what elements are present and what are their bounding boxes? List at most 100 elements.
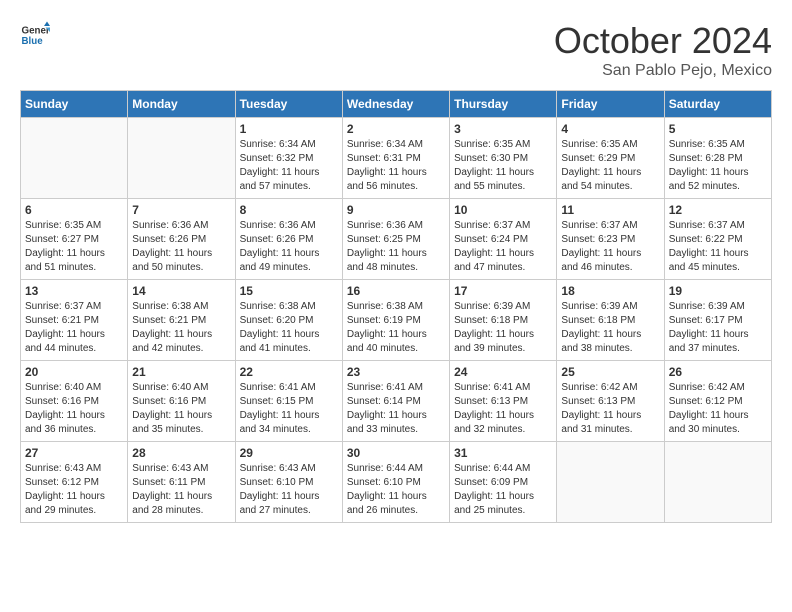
day-info: Sunrise: 6:35 AM Sunset: 6:29 PM Dayligh… bbox=[561, 138, 659, 194]
day-number: 20 bbox=[25, 365, 123, 379]
calendar-cell: 23 Sunrise: 6:41 AM Sunset: 6:14 PM Dayli… bbox=[342, 361, 449, 442]
day-info: Sunrise: 6:40 AM Sunset: 6:16 PM Dayligh… bbox=[132, 381, 230, 437]
day-number: 19 bbox=[669, 284, 767, 298]
calendar-cell: 9 Sunrise: 6:36 AM Sunset: 6:25 PM Daylig… bbox=[342, 199, 449, 280]
day-number: 1 bbox=[240, 122, 338, 136]
day-number: 7 bbox=[132, 203, 230, 217]
week-row-5: 27 Sunrise: 6:43 AM Sunset: 6:12 PM Dayli… bbox=[21, 442, 772, 523]
day-info: Sunrise: 6:40 AM Sunset: 6:16 PM Dayligh… bbox=[25, 381, 123, 437]
weekday-header-thursday: Thursday bbox=[450, 91, 557, 118]
svg-text:Blue: Blue bbox=[22, 36, 44, 47]
weekday-header-wednesday: Wednesday bbox=[342, 91, 449, 118]
day-number: 8 bbox=[240, 203, 338, 217]
calendar-cell: 28Sunrise: 6:43 AM Sunset: 6:11 PM Dayli… bbox=[128, 442, 235, 523]
day-info: Sunrise: 6:37 AM Sunset: 6:23 PM Dayligh… bbox=[561, 219, 659, 275]
day-number: 11 bbox=[561, 203, 659, 217]
calendar-cell: 18 Sunrise: 6:39 AM Sunset: 6:18 PM Dayli… bbox=[557, 280, 664, 361]
day-info: Sunrise: 6:43 AM Sunset: 6:10 PM Dayligh… bbox=[240, 462, 338, 518]
calendar-table: SundayMondayTuesdayWednesdayThursdayFrid… bbox=[20, 90, 772, 523]
day-info: Sunrise: 6:36 AM Sunset: 6:26 PM Dayligh… bbox=[132, 219, 230, 275]
calendar-cell bbox=[128, 118, 235, 199]
day-info: Sunrise: 6:43 AM Sunset: 6:12 PM Dayligh… bbox=[25, 462, 123, 518]
day-info: Sunrise: 6:41 AM Sunset: 6:14 PM Dayligh… bbox=[347, 381, 445, 437]
calendar-cell: 7 Sunrise: 6:36 AM Sunset: 6:26 PM Daylig… bbox=[128, 199, 235, 280]
day-number: 16 bbox=[347, 284, 445, 298]
calendar-cell: 6 Sunrise: 6:35 AM Sunset: 6:27 PM Daylig… bbox=[21, 199, 128, 280]
day-info: Sunrise: 6:36 AM Sunset: 6:25 PM Dayligh… bbox=[347, 219, 445, 275]
day-number: 9 bbox=[347, 203, 445, 217]
weekday-header-sunday: Sunday bbox=[21, 91, 128, 118]
calendar-cell: 11 Sunrise: 6:37 AM Sunset: 6:23 PM Dayli… bbox=[557, 199, 664, 280]
day-info: Sunrise: 6:41 AM Sunset: 6:15 PM Dayligh… bbox=[240, 381, 338, 437]
calendar-cell: 17 Sunrise: 6:39 AM Sunset: 6:18 PM Dayli… bbox=[450, 280, 557, 361]
day-number: 24 bbox=[454, 365, 552, 379]
day-info: Sunrise: 6:43 AM Sunset: 6:11 PM Dayligh… bbox=[132, 462, 230, 518]
week-row-4: 20 Sunrise: 6:40 AM Sunset: 6:16 PM Dayli… bbox=[21, 361, 772, 442]
calendar-cell: 1Sunrise: 6:34 AM Sunset: 6:32 PM Daylig… bbox=[235, 118, 342, 199]
calendar-cell: 30 Sunrise: 6:44 AM Sunset: 6:10 PM Dayli… bbox=[342, 442, 449, 523]
weekday-header-saturday: Saturday bbox=[664, 91, 771, 118]
calendar-cell bbox=[21, 118, 128, 199]
day-number: 14 bbox=[132, 284, 230, 298]
day-number: 29 bbox=[240, 446, 338, 460]
day-number: 12 bbox=[669, 203, 767, 217]
day-info: Sunrise: 6:39 AM Sunset: 6:17 PM Dayligh… bbox=[669, 300, 767, 356]
weekday-header-tuesday: Tuesday bbox=[235, 91, 342, 118]
day-number: 25 bbox=[561, 365, 659, 379]
calendar-cell: 27 Sunrise: 6:43 AM Sunset: 6:12 PM Dayli… bbox=[21, 442, 128, 523]
day-number: 3 bbox=[454, 122, 552, 136]
day-info: Sunrise: 6:35 AM Sunset: 6:30 PM Dayligh… bbox=[454, 138, 552, 194]
calendar-cell: 19 Sunrise: 6:39 AM Sunset: 6:17 PM Dayli… bbox=[664, 280, 771, 361]
day-number: 18 bbox=[561, 284, 659, 298]
calendar-cell: 16 Sunrise: 6:38 AM Sunset: 6:19 PM Dayli… bbox=[342, 280, 449, 361]
day-info: Sunrise: 6:44 AM Sunset: 6:09 PM Dayligh… bbox=[454, 462, 552, 518]
calendar-cell: 10Sunrise: 6:37 AM Sunset: 6:24 PM Dayli… bbox=[450, 199, 557, 280]
calendar-cell: 2 Sunrise: 6:34 AM Sunset: 6:31 PM Daylig… bbox=[342, 118, 449, 199]
day-number: 2 bbox=[347, 122, 445, 136]
calendar-cell: 13 Sunrise: 6:37 AM Sunset: 6:21 PM Dayli… bbox=[21, 280, 128, 361]
day-number: 5 bbox=[669, 122, 767, 136]
svg-text:General: General bbox=[22, 26, 51, 37]
calendar-cell: 4 Sunrise: 6:35 AM Sunset: 6:29 PM Daylig… bbox=[557, 118, 664, 199]
calendar-cell: 12 Sunrise: 6:37 AM Sunset: 6:22 PM Dayli… bbox=[664, 199, 771, 280]
day-number: 22 bbox=[240, 365, 338, 379]
day-number: 15 bbox=[240, 284, 338, 298]
day-number: 6 bbox=[25, 203, 123, 217]
day-info: Sunrise: 6:36 AM Sunset: 6:26 PM Dayligh… bbox=[240, 219, 338, 275]
day-info: Sunrise: 6:35 AM Sunset: 6:28 PM Dayligh… bbox=[669, 138, 767, 194]
week-row-3: 13 Sunrise: 6:37 AM Sunset: 6:21 PM Dayli… bbox=[21, 280, 772, 361]
day-info: Sunrise: 6:38 AM Sunset: 6:19 PM Dayligh… bbox=[347, 300, 445, 356]
day-number: 30 bbox=[347, 446, 445, 460]
day-info: Sunrise: 6:34 AM Sunset: 6:31 PM Dayligh… bbox=[347, 138, 445, 194]
day-info: Sunrise: 6:41 AM Sunset: 6:13 PM Dayligh… bbox=[454, 381, 552, 437]
day-number: 27 bbox=[25, 446, 123, 460]
day-info: Sunrise: 6:39 AM Sunset: 6:18 PM Dayligh… bbox=[561, 300, 659, 356]
location-title: San Pablo Pejo, Mexico bbox=[554, 62, 772, 80]
calendar-cell: 15 Sunrise: 6:38 AM Sunset: 6:20 PM Dayli… bbox=[235, 280, 342, 361]
calendar-cell: 21 Sunrise: 6:40 AM Sunset: 6:16 PM Dayli… bbox=[128, 361, 235, 442]
day-number: 17 bbox=[454, 284, 552, 298]
day-info: Sunrise: 6:38 AM Sunset: 6:21 PM Dayligh… bbox=[132, 300, 230, 356]
day-info: Sunrise: 6:35 AM Sunset: 6:27 PM Dayligh… bbox=[25, 219, 123, 275]
calendar-cell: 3 Sunrise: 6:35 AM Sunset: 6:30 PM Daylig… bbox=[450, 118, 557, 199]
day-number: 21 bbox=[132, 365, 230, 379]
day-info: Sunrise: 6:37 AM Sunset: 6:22 PM Dayligh… bbox=[669, 219, 767, 275]
calendar-cell: 25Sunrise: 6:42 AM Sunset: 6:13 PM Dayli… bbox=[557, 361, 664, 442]
week-row-1: 1Sunrise: 6:34 AM Sunset: 6:32 PM Daylig… bbox=[21, 118, 772, 199]
day-info: Sunrise: 6:38 AM Sunset: 6:20 PM Dayligh… bbox=[240, 300, 338, 356]
day-number: 4 bbox=[561, 122, 659, 136]
title-area: October 2024 San Pablo Pejo, Mexico bbox=[554, 20, 772, 80]
logo: General Blue bbox=[20, 20, 50, 50]
calendar-cell: 5 Sunrise: 6:35 AM Sunset: 6:28 PM Daylig… bbox=[664, 118, 771, 199]
day-info: Sunrise: 6:44 AM Sunset: 6:10 PM Dayligh… bbox=[347, 462, 445, 518]
day-info: Sunrise: 6:39 AM Sunset: 6:18 PM Dayligh… bbox=[454, 300, 552, 356]
calendar-cell: 14 Sunrise: 6:38 AM Sunset: 6:21 PM Dayli… bbox=[128, 280, 235, 361]
week-row-2: 6 Sunrise: 6:35 AM Sunset: 6:27 PM Daylig… bbox=[21, 199, 772, 280]
day-number: 13 bbox=[25, 284, 123, 298]
calendar-cell: 26Sunrise: 6:42 AM Sunset: 6:12 PM Dayli… bbox=[664, 361, 771, 442]
weekday-header-monday: Monday bbox=[128, 91, 235, 118]
calendar-cell bbox=[664, 442, 771, 523]
calendar-cell bbox=[557, 442, 664, 523]
day-number: 23 bbox=[347, 365, 445, 379]
day-info: Sunrise: 6:37 AM Sunset: 6:21 PM Dayligh… bbox=[25, 300, 123, 356]
